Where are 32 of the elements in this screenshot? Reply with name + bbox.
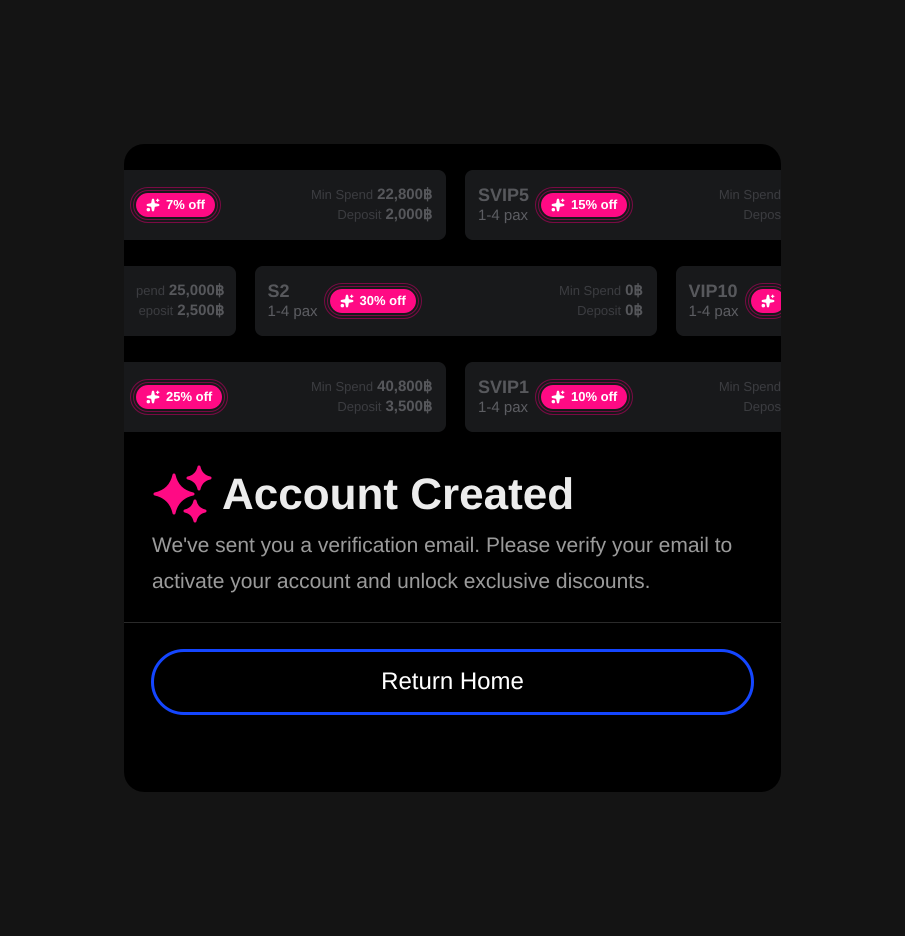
pax-label: 1-4 pax bbox=[268, 302, 318, 322]
deposit-value: 2,000฿ bbox=[385, 205, 433, 225]
sparkle-icon bbox=[340, 294, 354, 308]
min-spend-value: 40,800฿ bbox=[377, 377, 433, 397]
min-spend-value: 25,000฿ bbox=[168, 281, 225, 301]
package-name: S2 bbox=[268, 280, 291, 303]
sparkle-icon bbox=[146, 390, 160, 404]
package-name: VIP10 bbox=[688, 280, 739, 303]
deposit-value: 3,500฿ bbox=[385, 397, 433, 417]
sparkle-icon bbox=[760, 294, 775, 308]
dialog-title: Account Created bbox=[222, 468, 574, 520]
package-name: SVIP1 bbox=[478, 376, 530, 399]
dialog-message: We've sent you a verification email. Please verify your email to activate your account and unlock exclusive discounts. bbox=[152, 533, 734, 595]
discount-label: 30% off bbox=[360, 292, 406, 310]
sparkle-icon bbox=[551, 198, 566, 212]
sparkles-icon bbox=[152, 464, 212, 524]
pax-label: 1-4 pax bbox=[688, 302, 739, 322]
package-card[interactable]: VIP10 1-4 pax bbox=[676, 266, 781, 336]
min-spend-value: 22,800฿ bbox=[377, 185, 433, 205]
discount-label: 10% off bbox=[571, 388, 618, 406]
min-spend-value: 0฿ bbox=[625, 281, 644, 301]
package-name: SVIP5 bbox=[478, 184, 530, 207]
sparkle-icon bbox=[146, 198, 160, 212]
sparkle-icon bbox=[551, 390, 566, 404]
deposit-value: 2,500฿ bbox=[177, 301, 225, 321]
pax-label: 1-4 pax bbox=[478, 206, 530, 226]
discount-label: 15% off bbox=[571, 196, 618, 214]
discount-label: 25% off bbox=[166, 388, 212, 406]
pax-label: 1-4 pax bbox=[478, 398, 530, 418]
deposit-value: 0฿ bbox=[625, 301, 644, 321]
return-home-button[interactable]: Return Home bbox=[151, 649, 754, 715]
discount-label: 7% off bbox=[166, 196, 205, 214]
